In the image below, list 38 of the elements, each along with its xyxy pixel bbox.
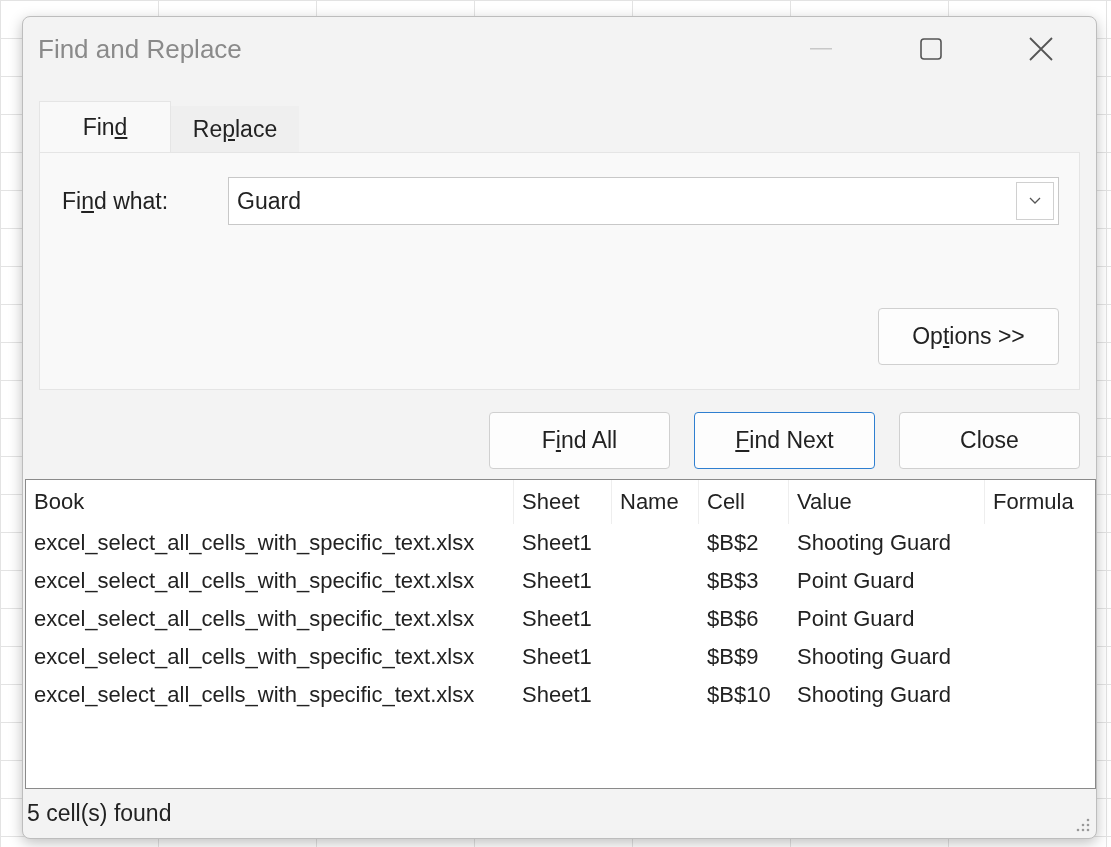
find-what-label: Find what: [62,187,170,215]
table-cell-text: $B$10 [706,681,772,709]
table-cell-text: Point Guard [796,605,916,633]
table-cell-text: Shooting Guard [796,529,953,557]
table-cell-text: $B$3 [706,567,760,595]
table-cell-text: excel_select_all_cells_with_specific_text.xlsx [33,567,476,595]
table-cell-text: $B$6 [706,605,760,633]
column-header[interactable]: Book [26,480,514,524]
table-cell-text: Sheet1 [521,681,593,709]
table-cell-text: Sheet1 [521,567,593,595]
table-cell-text: Sheet1 [521,643,593,671]
tab[interactable]: Replace [171,106,299,152]
table-cell-text: Shooting Guard [796,681,953,709]
dropdown-chevron-icon[interactable] [1016,182,1054,220]
column-header[interactable]: Cell [699,480,789,524]
column-header[interactable]: Name [612,480,699,524]
resize-grip-icon[interactable] [1076,818,1090,832]
find-next-button[interactable]: Find Next [694,412,875,469]
column-header[interactable]: Formula [985,480,1095,524]
column-header[interactable]: Sheet [514,480,612,524]
find-all-button[interactable]: Find All [489,412,670,469]
table-cell-text: excel_select_all_cells_with_specific_text.xlsx [33,643,476,671]
find-what-field[interactable]: Guard [228,177,1059,225]
close-button[interactable]: Close [899,412,1080,469]
table-cell-text: Shooting Guard [796,643,953,671]
table-cell-text: excel_select_all_cells_with_specific_text.xlsx [33,605,476,633]
table-cell-text: excel_select_all_cells_with_specific_text.xlsx [33,529,476,557]
table-cell-text: excel_select_all_cells_with_specific_text.xlsx [33,681,476,709]
tab[interactable]: Find [39,101,171,152]
table-cell-text: Sheet1 [521,529,593,557]
table-cell-text: $B$9 [706,643,760,671]
window-title: Find and Replace [38,33,243,65]
table-cell-text: Point Guard [796,567,916,595]
options-button[interactable]: Options >> [878,308,1059,365]
table-cell-text: $B$2 [706,529,760,557]
table-cell-text: Sheet1 [521,605,593,633]
status-text: 5 cell(s) found [27,800,172,827]
column-header[interactable]: Value [789,480,985,524]
